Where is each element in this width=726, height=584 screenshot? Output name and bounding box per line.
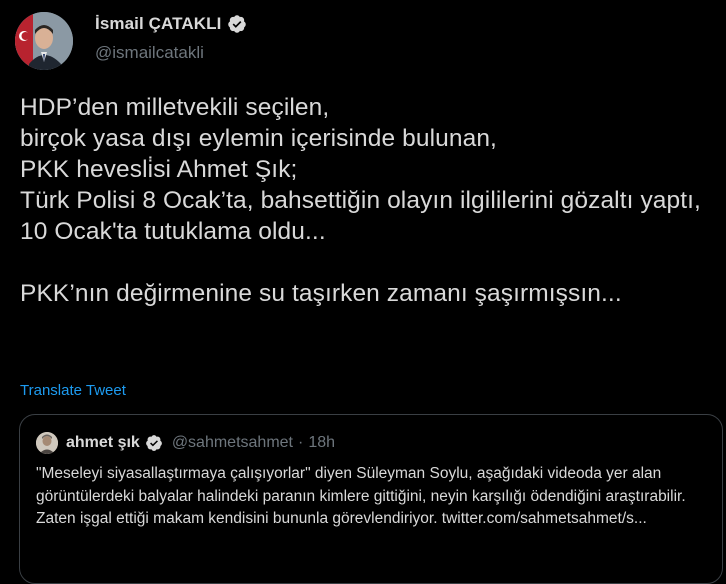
tweet-text: HDP’den milletvekili seçilen, birçok yas… [20, 94, 701, 307]
tweet: İsmail ÇATAKLI @ismailcatakli HDP’den mi… [0, 0, 726, 584]
author-name-row[interactable]: İsmail ÇATAKLI [95, 14, 247, 34]
quoted-header: ahmet şık @sahmetsahmet · 18h [66, 434, 335, 452]
quoted-separator: · [298, 434, 304, 451]
profile-avatar[interactable] [15, 12, 73, 70]
quoted-tweet-card[interactable]: ahmet şık @sahmetsahmet · 18h "Meseleyi … [19, 414, 723, 584]
author-handle[interactable]: @ismailcatakli [95, 43, 204, 63]
quoted-handle[interactable]: @sahmetsahmet [172, 434, 293, 452]
quoted-display-name[interactable]: ahmet şık [66, 434, 140, 452]
quoted-timestamp[interactable]: 18h [308, 434, 335, 452]
quoted-profile-avatar[interactable] [36, 432, 58, 454]
quoted-verified-badge-icon [145, 434, 163, 452]
quoted-tweet-text: "Meseleyi siyasallaştırmaya çalışıyorlar… [36, 465, 686, 527]
author-display-name[interactable]: İsmail ÇATAKLI [95, 14, 221, 34]
translate-tweet-link[interactable]: Translate Tweet [20, 382, 126, 399]
verified-badge-icon [227, 14, 247, 34]
